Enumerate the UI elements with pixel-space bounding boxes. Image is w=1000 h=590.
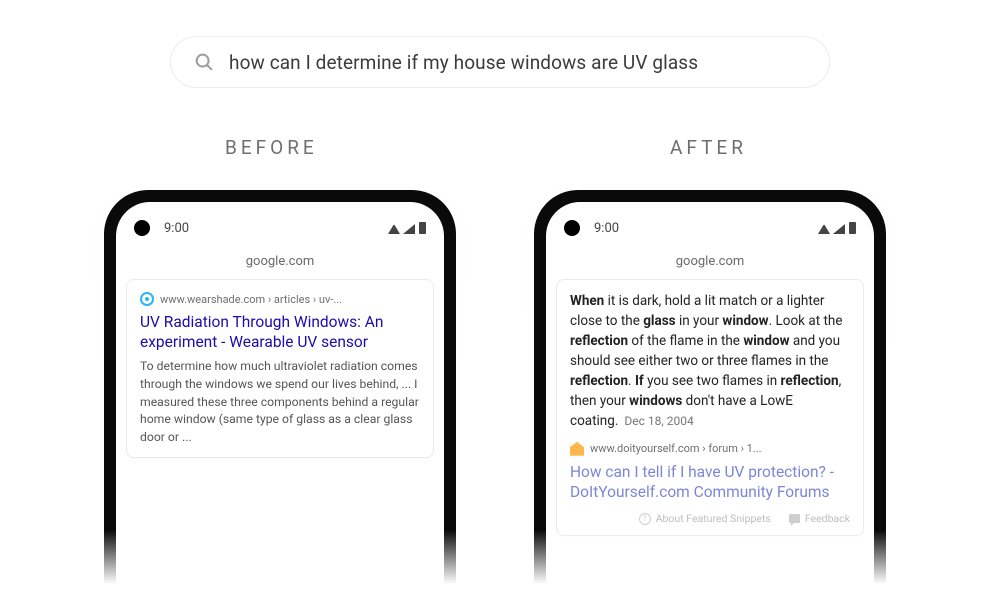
breadcrumb: www.wearshade.com › articles › uv-... [140, 292, 420, 306]
breadcrumb-text: www.wearshade.com › articles › uv-... [160, 293, 342, 306]
url-bar: google.com [116, 254, 444, 279]
result-snippet: To determine how much ultraviolet radiat… [140, 358, 420, 446]
signal-icon [403, 224, 415, 234]
before-label: BEFORE [225, 136, 318, 159]
search-pill[interactable]: how can I determine if my house windows … [170, 36, 830, 88]
result-title[interactable]: UV Radiation Through Windows: An experim… [140, 312, 420, 352]
feedback-icon [789, 514, 800, 523]
status-bar: 9:00 [546, 202, 874, 254]
status-time: 9:00 [164, 221, 189, 236]
feedback-link[interactable]: Feedback [789, 512, 850, 525]
status-time: 9:00 [594, 221, 619, 236]
breadcrumb-text: www.doityourself.com › forum › 1... [590, 442, 762, 455]
result-title[interactable]: How can I tell if I have UV protection? … [570, 462, 850, 502]
favicon-icon [570, 442, 584, 456]
wifi-icon [388, 224, 400, 234]
about-featured-snippets-link[interactable]: ? About Featured Snippets [639, 512, 771, 525]
phone-screen: 9:00 google.com www.wearshade.com › arti… [116, 202, 444, 590]
search-result-card[interactable]: www.wearshade.com › articles › uv-... UV… [126, 279, 434, 458]
after-label: AFTER [670, 136, 747, 159]
phone-before: 9:00 google.com www.wearshade.com › arti… [90, 190, 470, 590]
search-query-text: how can I determine if my house windows … [229, 51, 698, 74]
search-icon [193, 51, 215, 73]
featured-snippet-date: Dec 18, 2004 [624, 414, 693, 428]
phone-screen: 9:00 google.com When it is dark, hold a … [546, 202, 874, 590]
signal-icon [833, 224, 845, 234]
url-bar: google.com [546, 254, 874, 279]
wifi-icon [818, 224, 830, 234]
featured-snippet-card[interactable]: When it is dark, hold a lit match or a l… [556, 279, 864, 536]
battery-icon [419, 222, 426, 234]
status-icons [388, 222, 426, 234]
status-bar: 9:00 [116, 202, 444, 254]
breadcrumb: www.doityourself.com › forum › 1... [570, 442, 850, 456]
battery-icon [849, 222, 856, 234]
phone-after: 9:00 google.com When it is dark, hold a … [520, 190, 900, 590]
card-footer: ? About Featured Snippets Feedback [570, 512, 850, 525]
favicon-icon [140, 292, 154, 306]
status-icons [818, 222, 856, 234]
featured-snippet-text: When it is dark, hold a lit match or a l… [570, 292, 850, 432]
help-icon: ? [639, 513, 651, 525]
front-camera [564, 220, 580, 236]
front-camera [134, 220, 150, 236]
